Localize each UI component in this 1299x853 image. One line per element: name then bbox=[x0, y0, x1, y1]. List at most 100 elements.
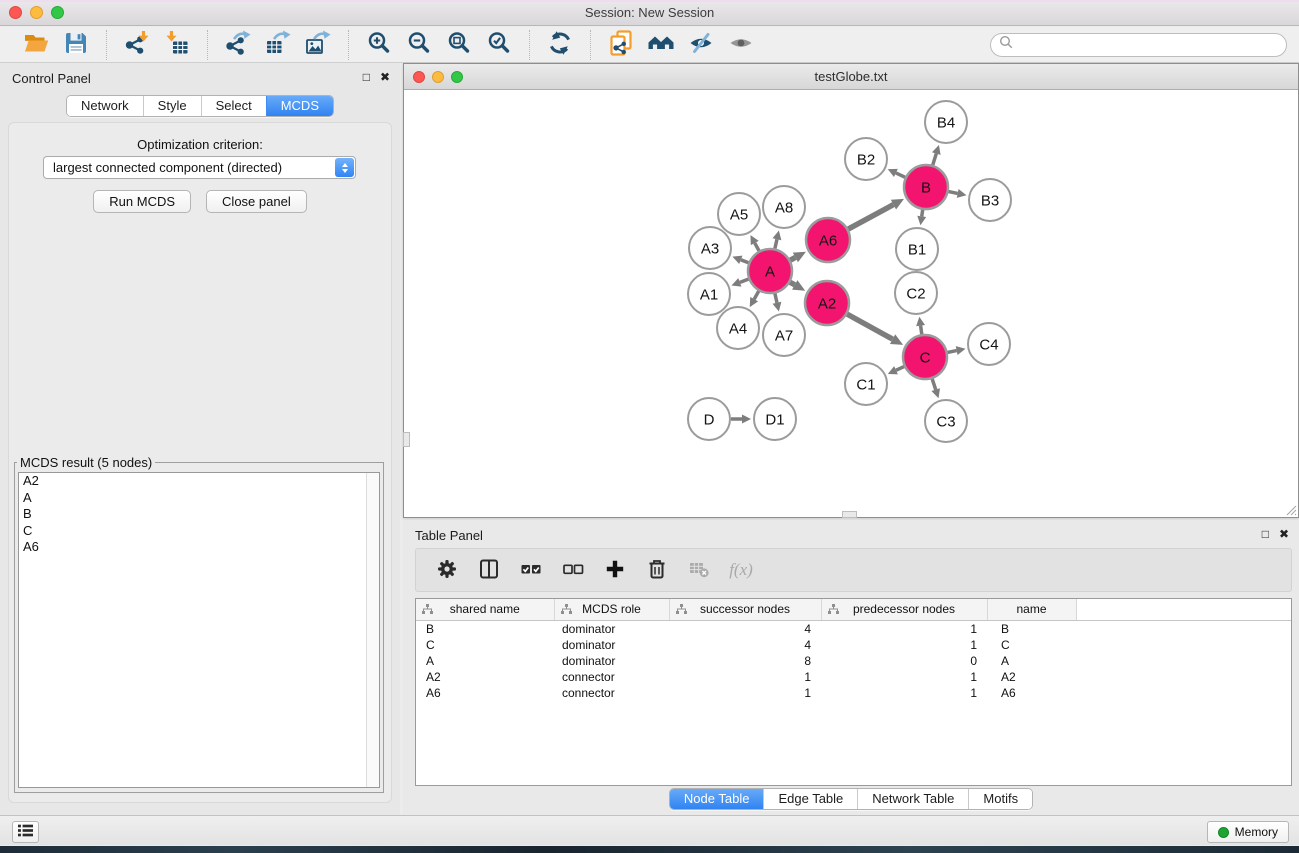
table-cell[interactable]: 1 bbox=[821, 685, 987, 701]
zoom-fit-button[interactable] bbox=[439, 30, 479, 60]
graph-node-C1[interactable]: C1 bbox=[845, 363, 887, 405]
table-cell[interactable]: 1 bbox=[821, 620, 987, 637]
table-row[interactable]: Cdominator41C bbox=[416, 637, 1291, 653]
table-cell[interactable]: 8 bbox=[669, 653, 821, 669]
export-network-button[interactable] bbox=[218, 30, 258, 60]
table-cell[interactable]: connector bbox=[554, 669, 669, 685]
tab-node-table[interactable]: Node Table bbox=[670, 789, 764, 809]
table-cell[interactable]: dominator bbox=[554, 653, 669, 669]
table-row[interactable]: Bdominator41B bbox=[416, 620, 1291, 637]
window-resize-grip[interactable] bbox=[1284, 503, 1297, 516]
graph-edge-C-C1[interactable] bbox=[896, 367, 904, 371]
control-panel-close-icon[interactable]: ✖ bbox=[380, 70, 390, 84]
table-cell[interactable]: 1 bbox=[821, 637, 987, 653]
open-file-button[interactable] bbox=[16, 30, 56, 60]
table-panel-float-icon[interactable]: □ bbox=[1262, 527, 1269, 541]
graph-edge-C-C4[interactable] bbox=[948, 351, 957, 353]
graph-edge-A-A5[interactable] bbox=[755, 243, 759, 251]
network-canvas[interactable]: B4B2BB3A8A5A6A3B1AA1C2A2A4A7C4CC1C3DD1 bbox=[404, 90, 1298, 517]
import-network-from-file-button[interactable] bbox=[117, 30, 157, 60]
graph-edge-A2-C[interactable] bbox=[847, 314, 892, 339]
memory-button[interactable]: Memory bbox=[1207, 821, 1289, 843]
table-cell[interactable]: 4 bbox=[669, 637, 821, 653]
table-cell[interactable]: connector bbox=[554, 685, 669, 701]
graph-edge-A6-B[interactable] bbox=[848, 205, 893, 229]
table-cell[interactable]: C bbox=[416, 637, 554, 653]
graph-node-A2[interactable]: A2 bbox=[805, 281, 849, 325]
graph-node-C3[interactable]: C3 bbox=[925, 400, 967, 442]
search-field[interactable] bbox=[990, 33, 1287, 57]
export-table-button[interactable] bbox=[258, 30, 298, 60]
graph-edge-A-A4[interactable] bbox=[754, 291, 759, 299]
mcds-result-item[interactable]: A bbox=[19, 490, 379, 507]
canvas-bottom-grip[interactable] bbox=[842, 511, 857, 518]
table-cell[interactable]: 1 bbox=[821, 669, 987, 685]
tab-network[interactable]: Network bbox=[67, 96, 143, 116]
table-cell[interactable]: 1 bbox=[669, 685, 821, 701]
table-row[interactable]: A2connector11A2 bbox=[416, 669, 1291, 685]
graph-node-B[interactable]: B bbox=[904, 165, 948, 209]
mcds-result-item[interactable]: A2 bbox=[19, 473, 379, 490]
save-session-button[interactable] bbox=[56, 30, 96, 60]
zoom-selected-button[interactable] bbox=[479, 30, 519, 60]
graph-node-A8[interactable]: A8 bbox=[763, 186, 805, 228]
control-panel-float-icon[interactable]: □ bbox=[363, 70, 370, 84]
apply-layout-button[interactable] bbox=[540, 30, 580, 60]
mcds-list-scrollbar[interactable] bbox=[366, 473, 379, 787]
graph-node-C2[interactable]: C2 bbox=[895, 272, 937, 314]
table-cell[interactable]: 0 bbox=[821, 653, 987, 669]
graph-node-D[interactable]: D bbox=[688, 398, 730, 440]
tab-mcds[interactable]: MCDS bbox=[266, 96, 333, 116]
zoom-in-button[interactable] bbox=[359, 30, 399, 60]
column-header-successor-nodes[interactable]: successor nodes bbox=[669, 599, 821, 620]
graph-node-A7[interactable]: A7 bbox=[763, 314, 805, 356]
table-cell[interactable]: C bbox=[987, 637, 1076, 653]
optimization-criterion-select[interactable]: largest connected component (directed) bbox=[43, 156, 356, 179]
column-header-shared-name[interactable]: shared name bbox=[416, 599, 554, 620]
graph-edge-A-A3[interactable] bbox=[741, 260, 749, 263]
graph-node-A5[interactable]: A5 bbox=[718, 193, 760, 235]
table-cell[interactable]: A bbox=[416, 653, 554, 669]
table-cell[interactable]: 1 bbox=[669, 669, 821, 685]
graph-edge-A-A2[interactable] bbox=[790, 282, 795, 285]
tab-edge-table[interactable]: Edge Table bbox=[763, 789, 857, 809]
graph-node-A6[interactable]: A6 bbox=[806, 218, 850, 262]
tab-select[interactable]: Select bbox=[201, 96, 266, 116]
column-header-name[interactable]: name bbox=[987, 599, 1076, 620]
mcds-result-item[interactable]: A6 bbox=[19, 539, 379, 556]
tab-style[interactable]: Style bbox=[143, 96, 201, 116]
hide-selected-button[interactable] bbox=[681, 30, 721, 60]
table-cell[interactable]: dominator bbox=[554, 620, 669, 637]
graph-edge-A-A6[interactable] bbox=[790, 257, 795, 260]
table-cell[interactable]: A2 bbox=[987, 669, 1076, 685]
graph-edge-B-B1[interactable] bbox=[922, 210, 923, 217]
graph-edge-B-B2[interactable] bbox=[896, 173, 905, 177]
graph-edge-B-B4[interactable] bbox=[933, 154, 937, 165]
mcds-result-item[interactable]: C bbox=[19, 523, 379, 540]
search-input[interactable] bbox=[1014, 35, 1286, 55]
table-panel-close-icon[interactable]: ✖ bbox=[1279, 527, 1289, 541]
graph-node-A[interactable]: A bbox=[748, 249, 792, 293]
table-cell[interactable]: A bbox=[987, 653, 1076, 669]
graph-node-C[interactable]: C bbox=[903, 335, 947, 379]
graph-edge-C-C3[interactable] bbox=[932, 379, 936, 390]
column-header-predecessor-nodes[interactable]: predecessor nodes bbox=[821, 599, 987, 620]
table-cell[interactable]: A6 bbox=[416, 685, 554, 701]
column-header-mcds-role[interactable]: MCDS role bbox=[554, 599, 669, 620]
table-cell[interactable]: B bbox=[416, 620, 554, 637]
graph-node-B2[interactable]: B2 bbox=[845, 138, 887, 180]
graph-node-B3[interactable]: B3 bbox=[969, 179, 1011, 221]
delete-columns-button[interactable] bbox=[644, 556, 670, 584]
task-history-button[interactable] bbox=[12, 821, 39, 843]
graph-node-A3[interactable]: A3 bbox=[689, 227, 731, 269]
table-cell[interactable]: dominator bbox=[554, 637, 669, 653]
canvas-left-grip[interactable] bbox=[403, 432, 410, 447]
table-cell[interactable]: B bbox=[987, 620, 1076, 637]
graph-node-D1[interactable]: D1 bbox=[754, 398, 796, 440]
mcds-result-list[interactable]: A2ABCA6 bbox=[18, 472, 380, 788]
unselect-all-columns-button[interactable] bbox=[560, 556, 586, 584]
graph-node-A4[interactable]: A4 bbox=[717, 307, 759, 349]
export-image-button[interactable] bbox=[298, 30, 338, 60]
create-new-column-button[interactable] bbox=[602, 556, 628, 584]
show-all-button[interactable] bbox=[721, 30, 761, 60]
